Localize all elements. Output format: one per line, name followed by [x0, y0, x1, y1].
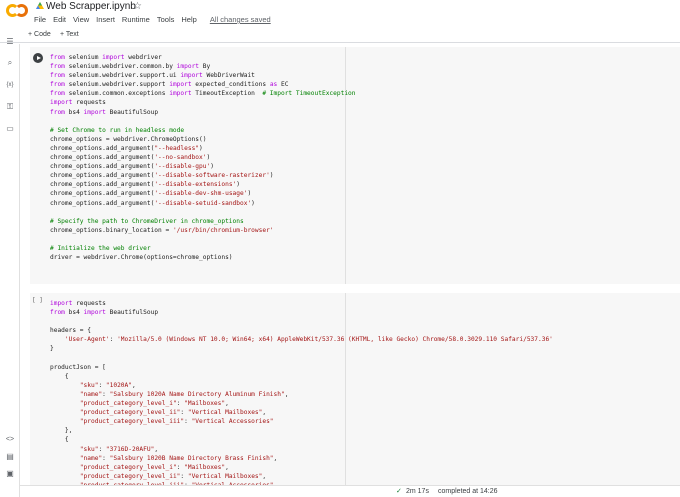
code-line[interactable]: chrome_options = webdriver.ChromeOptions… [50, 135, 356, 144]
code-line[interactable] [50, 117, 356, 126]
code-line[interactable]: from selenium.webdriver.support import e… [50, 80, 356, 89]
code-line[interactable]: "name": "Salsbury 1020B Name Directory B… [50, 454, 553, 463]
code-line[interactable]: "product_category_level_iii": "Vertical … [50, 417, 553, 426]
save-status[interactable]: All changes saved [210, 14, 271, 26]
code-line[interactable]: chrome_options.add_argument('--no-sandbo… [50, 153, 356, 162]
terminal-icon[interactable]: ▣ [4, 468, 16, 480]
code-line[interactable]: import requests [50, 98, 356, 107]
search-icon[interactable]: ⌕ [4, 57, 16, 69]
menu-tools[interactable]: Tools [157, 14, 175, 26]
execution-duration[interactable]: 2m 17s [406, 487, 429, 497]
code-editor-2[interactable]: import requests from bs4 import Beautiful… [50, 299, 553, 485]
command-palette-icon[interactable]: ▤ [4, 451, 16, 463]
menu-help[interactable]: Help [181, 14, 196, 26]
menu-insert[interactable]: Insert [96, 14, 115, 26]
code-line[interactable]: chrome_options.add_argument("--headless"… [50, 144, 356, 153]
notebook-title[interactable]: Web Scrapper.ipynb [46, 0, 136, 13]
menu-runtime[interactable]: Runtime [122, 14, 150, 26]
toolbar: + Code + Text [0, 28, 680, 43]
colab-app: Web Scrapper.ipynb ☆ File Edit View Inse… [0, 0, 680, 497]
code-line[interactable]: from selenium.webdriver.support.ui impor… [50, 71, 356, 80]
code-cell-2[interactable]: [ ] import requests from bs4 import Beaut… [30, 293, 680, 485]
code-line[interactable]: "sku": "3716D-20AFU", [50, 445, 553, 454]
code-line[interactable]: chrome_options.add_argument('--disable-g… [50, 162, 356, 171]
code-line[interactable]: from selenium.common.exceptions import T… [50, 89, 356, 98]
code-line[interactable]: from selenium.webdriver.common.by import… [50, 62, 356, 71]
toc-icon[interactable]: ☰ [4, 36, 16, 48]
code-line[interactable]: # Specify the path to ChromeDriver in ch… [50, 217, 356, 226]
star-icon[interactable]: ☆ [133, 0, 142, 13]
code-line[interactable]: "product_category_level_ii": "Vertical M… [50, 472, 553, 481]
menu-bar: File Edit View Insert Runtime Tools Help… [34, 14, 271, 26]
add-code-button[interactable]: + Code [28, 30, 51, 40]
code-editor-1[interactable]: from selenium import webdriver from selen… [50, 53, 356, 262]
code-line[interactable] [50, 235, 356, 244]
code-line[interactable]: from selenium import webdriver [50, 53, 356, 62]
code-line[interactable]: 'User-Agent': 'Mozilla/5.0 (Windows NT 1… [50, 335, 553, 344]
code-line[interactable]: driver = webdriver.Chrome(options=chrome… [50, 253, 356, 262]
add-text-button[interactable]: + Text [60, 30, 79, 40]
code-line[interactable]: chrome_options.add_argument('--disable-s… [50, 199, 356, 208]
code-line[interactable]: chrome_options.add_argument('--disable-e… [50, 180, 356, 189]
menu-edit[interactable]: Edit [53, 14, 66, 26]
code-line[interactable]: { [50, 435, 553, 444]
code-line[interactable]: { [50, 372, 553, 381]
folder-icon[interactable]: ▭ [4, 123, 16, 135]
code-line[interactable]: "name": "Salsbury 1020A Name Directory A… [50, 390, 553, 399]
drive-icon [36, 2, 44, 9]
code-line[interactable]: "product_category_level_ii": "Vertical M… [50, 408, 553, 417]
key-icon[interactable]: ⚿ [4, 101, 16, 113]
code-line[interactable]: chrome_options.binary_location = '/usr/b… [50, 226, 356, 235]
code-line[interactable]: from bs4 import BeautifulSoup [50, 308, 553, 317]
code-line[interactable]: } [50, 344, 553, 353]
code-line[interactable]: chrome_options.add_argument('--disable-s… [50, 171, 356, 180]
run-cell-button[interactable] [33, 53, 43, 63]
header: Web Scrapper.ipynb ☆ File Edit View Inse… [0, 0, 680, 28]
colab-logo[interactable] [6, 4, 28, 18]
code-line[interactable]: # Initialize the web driver [50, 244, 356, 253]
status-bar: ✓ 2m 17s completed at 14:26 [20, 485, 680, 497]
code-line[interactable]: headers = { [50, 326, 553, 335]
code-line[interactable] [50, 354, 553, 363]
code-line[interactable]: "product_category_level_i": "Mailboxes", [50, 463, 553, 472]
variables-icon[interactable]: {x} [4, 79, 16, 91]
code-line[interactable]: from bs4 import BeautifulSoup [50, 108, 356, 117]
code-line[interactable]: "product_category_level_i": "Mailboxes", [50, 399, 553, 408]
completed-time: completed at 14:26 [438, 488, 498, 495]
code-line[interactable]: # Set Chrome to run in headless mode [50, 126, 356, 135]
menu-view[interactable]: View [73, 14, 89, 26]
execution-count[interactable]: [ ] [32, 297, 43, 304]
code-line[interactable]: import requests [50, 299, 553, 308]
left-sidebar: ☰ ⌕ {x} ⚿ ▭ <> ▤ ▣ [0, 37, 20, 497]
code-line[interactable]: chrome_options.add_argument('--disable-d… [50, 189, 356, 198]
code-snippets-icon[interactable]: <> [4, 434, 16, 446]
code-line[interactable]: "sku": "1020A", [50, 381, 553, 390]
menu-file[interactable]: File [34, 14, 46, 26]
code-line[interactable] [50, 317, 553, 326]
code-line[interactable]: }, [50, 426, 553, 435]
code-line[interactable] [50, 208, 356, 217]
code-line[interactable]: productJson = [ [50, 363, 553, 372]
code-cell-1[interactable]: from selenium import webdriver from selen… [30, 47, 680, 284]
check-icon: ✓ [396, 488, 402, 495]
